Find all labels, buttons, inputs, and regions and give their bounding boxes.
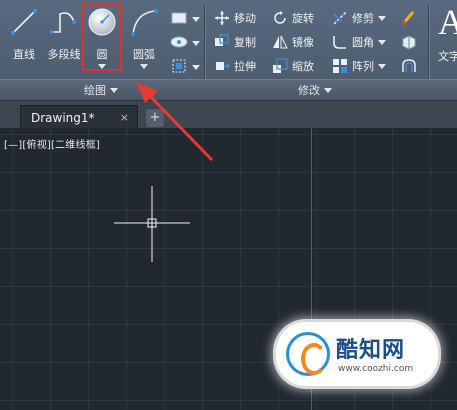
new-tab-button[interactable]: + <box>146 109 164 127</box>
text-glyph[interactable]: A <box>438 2 457 42</box>
move-label: 移动 <box>234 12 256 25</box>
chevron-down-icon[interactable] <box>378 39 386 45</box>
tab-label: Drawing1* <box>31 110 95 125</box>
copy-button[interactable]: 复制 <box>214 32 256 52</box>
rectangle-icon[interactable] <box>170 10 190 26</box>
close-icon[interactable]: × <box>120 111 129 124</box>
arc-label: 圆弧 <box>133 48 155 61</box>
polyline-icon <box>50 12 76 34</box>
line-button[interactable]: 直线 <box>2 4 46 70</box>
modify-panel-title[interactable]: 修改 <box>298 82 332 98</box>
chevron-down-icon[interactable] <box>192 41 200 46</box>
ribbon: 直线 多段线 圆 圆弧 移动 旋转 修剪 复制 镜像 圆角 拉伸 缩放 阵列 A… <box>0 0 457 100</box>
mirror-icon <box>273 35 288 49</box>
copy-icon <box>215 34 229 46</box>
mirror-label: 镜像 <box>292 36 314 49</box>
erase-icon[interactable] <box>400 9 418 27</box>
arc-button[interactable]: 圆弧 <box>122 4 166 70</box>
chevron-down-icon <box>324 87 332 93</box>
move-button[interactable]: 移动 <box>214 8 256 28</box>
array-icon <box>333 59 347 73</box>
chevron-down-icon[interactable] <box>378 15 386 21</box>
chevron-down-icon[interactable] <box>378 63 386 69</box>
scale-icon <box>273 58 288 73</box>
ribbon-panel-titles <box>0 79 457 100</box>
offset-icon[interactable] <box>400 57 418 75</box>
trim-icon <box>333 11 347 25</box>
stretch-button[interactable]: 拉伸 <box>214 56 256 76</box>
scale-label: 缩放 <box>292 60 314 73</box>
tab-drawing1[interactable]: Drawing1* × <box>20 105 138 129</box>
draw-panel-title-text: 绘图 <box>84 84 106 97</box>
rotate-button[interactable]: 旋转 <box>272 8 314 28</box>
chevron-down-icon[interactable] <box>192 65 200 70</box>
copy-label: 复制 <box>234 36 256 49</box>
chevron-down-icon[interactable] <box>140 64 148 69</box>
circle-button-highlight <box>82 3 122 71</box>
watermark: 酷知网 www.coozhi.com <box>276 322 438 386</box>
mirror-button[interactable]: 镜像 <box>272 32 314 52</box>
chevron-down-icon[interactable] <box>192 17 200 22</box>
rotate-icon <box>274 11 286 24</box>
crosshair-cursor <box>114 186 190 262</box>
line-label: 直线 <box>13 48 35 61</box>
trim-button[interactable]: 修剪 <box>332 8 386 28</box>
region-icon[interactable] <box>170 58 190 74</box>
viewport-controls[interactable]: [—][俯视][二维线框] <box>4 136 100 151</box>
fillet-button[interactable]: 圆角 <box>332 32 386 52</box>
trim-label: 修剪 <box>352 12 374 25</box>
file-tabs: Drawing1* × + <box>0 100 457 129</box>
line-icon <box>10 8 38 36</box>
array-button[interactable]: 阵列 <box>332 56 386 76</box>
arc-icon <box>131 9 158 36</box>
watermark-url: www.coozhi.com <box>338 364 414 374</box>
stretch-icon <box>216 62 230 70</box>
explode-icon[interactable] <box>400 33 418 51</box>
text-label[interactable]: 文字 <box>438 48 457 64</box>
fillet-icon <box>333 36 346 49</box>
watermark-title: 酷知网 <box>336 338 406 363</box>
draw-panel-title[interactable]: 绘图 <box>84 82 118 98</box>
coozhi-logo-icon <box>286 332 330 376</box>
array-label: 阵列 <box>352 60 374 73</box>
rotate-label: 旋转 <box>292 12 314 25</box>
scale-button[interactable]: 缩放 <box>272 56 314 76</box>
move-icon <box>215 11 229 25</box>
stretch-label: 拉伸 <box>234 60 256 73</box>
modify-panel-title-text: 修改 <box>298 84 320 97</box>
fillet-label: 圆角 <box>352 36 374 49</box>
hatch-icon[interactable] <box>170 34 190 50</box>
chevron-down-icon <box>110 87 118 93</box>
